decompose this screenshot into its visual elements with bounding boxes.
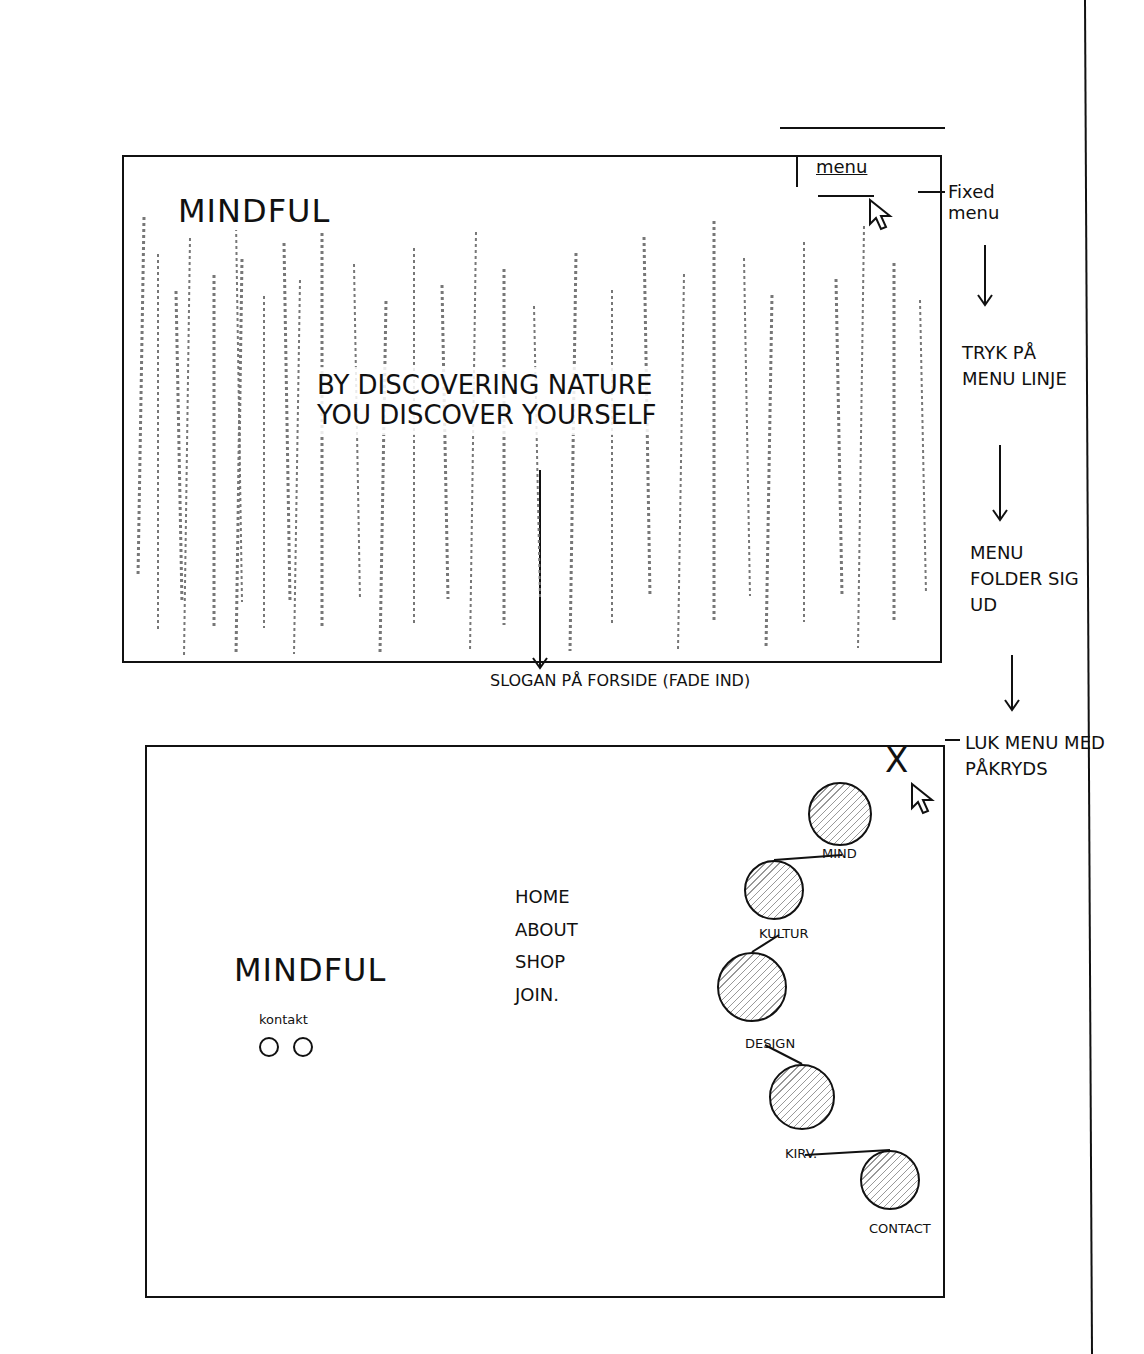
bubble-label[interactable]: DESIGN: [745, 1037, 795, 1052]
menu-bubble[interactable]: [744, 860, 804, 920]
nav-link[interactable]: SHOP: [515, 952, 578, 973]
logo[interactable]: MINDFUL: [174, 193, 334, 230]
home-frame: MINDFUL menu BY DISCOVERING NATUREYOU DISC…: [122, 155, 942, 663]
social-icons: [259, 1037, 313, 1057]
annotation: Fixed menu: [948, 182, 1038, 223]
logo[interactable]: MINDFUL: [234, 952, 386, 989]
nav-links: HOME ABOUT SHOP JOIN.: [515, 887, 578, 1006]
bubble-label[interactable]: MIND: [822, 847, 857, 862]
slogan: BY DISCOVERING NATUREYOU DISCOVER YOURSE…: [309, 367, 665, 435]
menu-bubble[interactable]: [717, 952, 787, 1022]
bubble-label[interactable]: CONTACT: [869, 1222, 931, 1237]
bubble-label[interactable]: KIRV.: [785, 1147, 817, 1162]
menu-bubble[interactable]: [769, 1064, 835, 1130]
menu-button[interactable]: menu: [814, 157, 869, 178]
annotation: SLOGAN PÅ FORSIDE (FADE IND): [490, 672, 750, 690]
annotation: MENU FOLDER SIG UD: [970, 540, 1080, 618]
slogan-line: BY DISCOVERING NATURE: [317, 371, 657, 401]
menu-frame: MINDFULkontaktHOMEABOUTSHOPJOIN.XMINDKUL…: [145, 745, 945, 1298]
contact-label: kontakt: [259, 1013, 308, 1028]
menu-bubble[interactable]: [808, 782, 872, 846]
cursor-icon: [868, 198, 894, 232]
menu-line: [818, 195, 874, 197]
annotation: LUK MENU MED PÅKRYDS: [965, 730, 1135, 782]
instagram-icon[interactable]: [293, 1037, 313, 1057]
bubble-label[interactable]: KULTUR: [759, 927, 809, 942]
close-button[interactable]: X: [885, 741, 908, 780]
menu-bar-edge: [796, 155, 798, 187]
cursor-icon: [910, 782, 936, 816]
slogan-line: YOU DISCOVER YOURSELF: [317, 401, 657, 431]
nav-link[interactable]: JOIN.: [515, 985, 578, 1006]
nav-link[interactable]: HOME: [515, 887, 578, 908]
nav-link[interactable]: ABOUT: [515, 920, 578, 941]
annotation: TRYK PÅ MENU LINJE: [962, 340, 1072, 392]
facebook-icon[interactable]: [259, 1037, 279, 1057]
menu-bubble[interactable]: [860, 1150, 920, 1210]
